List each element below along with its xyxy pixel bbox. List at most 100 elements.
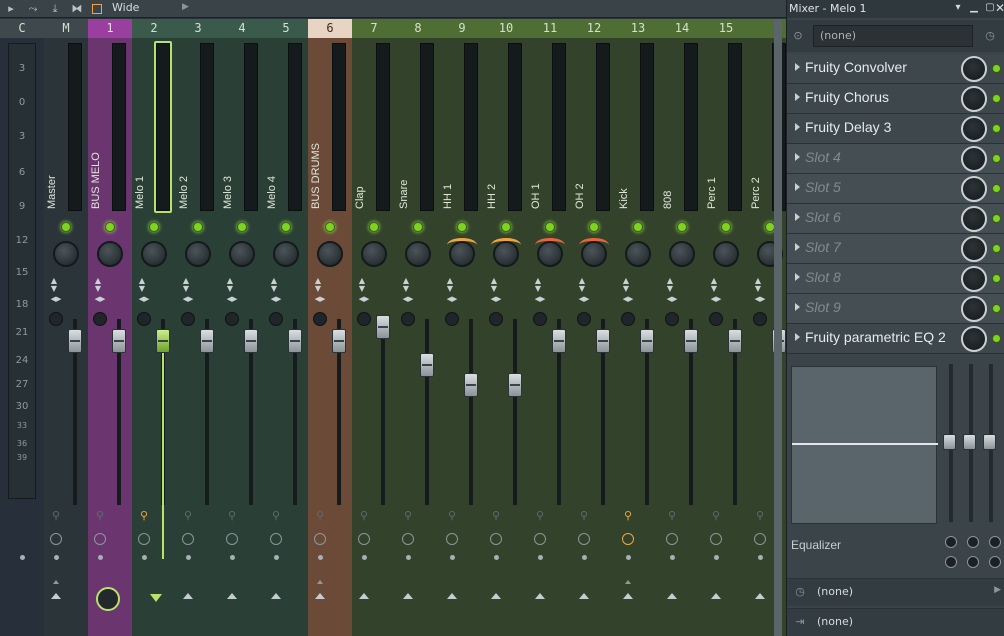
route-icon[interactable]: ⤳ xyxy=(26,2,40,16)
strip-number[interactable]: 8 xyxy=(396,19,440,38)
mixer-strip[interactable]: 7 Clap ▲ ▼ ◀▶ ⚲ xyxy=(352,19,396,636)
strip-number[interactable]: 12 xyxy=(572,19,616,38)
slot-enable-led[interactable] xyxy=(992,244,1001,253)
volume-fader[interactable] xyxy=(684,329,698,353)
strip-name[interactable]: OH 1 xyxy=(530,59,552,209)
stereo-arrows-icon[interactable]: ▲ ▼ xyxy=(621,277,631,293)
latency-clock-icon[interactable] xyxy=(666,533,678,545)
stereo-separation-icon[interactable]: ◀▶ xyxy=(137,295,151,303)
slot-label[interactable]: Slot 7 xyxy=(805,239,841,255)
mute-led[interactable] xyxy=(633,222,643,232)
pan-knob[interactable] xyxy=(493,241,519,267)
eq-knob[interactable] xyxy=(967,536,979,548)
stereo-separation-icon[interactable]: ◀▶ xyxy=(489,295,503,303)
select-dot[interactable] xyxy=(494,555,499,560)
strip-name[interactable]: Clap xyxy=(354,59,376,209)
stereo-arrows-icon[interactable]: ▲ ▼ xyxy=(577,277,587,293)
strip-number[interactable]: 11 xyxy=(528,19,572,38)
route-target-icon[interactable] xyxy=(150,594,162,602)
mute-led[interactable] xyxy=(677,222,687,232)
strip-number[interactable]: 5 xyxy=(264,19,308,38)
mixer-strip[interactable]: 14 808 ▲ ▼ ◀▶ ⚲ xyxy=(660,19,704,636)
pan-knob[interactable] xyxy=(141,241,167,267)
stereo-arrows-icon[interactable]: ▲ ▼ xyxy=(445,277,455,293)
slot-label[interactable]: Fruity parametric EQ 2 xyxy=(805,329,946,345)
route-arrow-icon[interactable] xyxy=(51,593,61,599)
select-dot[interactable] xyxy=(142,555,147,560)
mute-led[interactable] xyxy=(501,222,511,232)
effect-slot[interactable]: Fruity Convolver xyxy=(787,54,1004,84)
stereo-knob[interactable] xyxy=(357,312,371,326)
pan-knob[interactable] xyxy=(361,241,387,267)
slot-mix-knob[interactable] xyxy=(961,206,987,232)
strip-number[interactable]: 1 xyxy=(88,19,132,38)
view-mode-arrow-icon[interactable]: ▶ xyxy=(182,2,189,12)
eq-band-handle[interactable] xyxy=(943,434,956,450)
stereo-separation-icon[interactable]: ◀▶ xyxy=(621,295,635,303)
select-dot[interactable] xyxy=(186,555,191,560)
mixer-strip[interactable]: 15 Perc 1 ▲ ▼ ◀▶ ⚲ xyxy=(704,19,748,636)
select-dot[interactable] xyxy=(274,555,279,560)
effect-slot[interactable]: Fruity parametric EQ 2 xyxy=(787,324,1004,354)
mute-led[interactable] xyxy=(281,222,291,232)
effect-slot[interactable]: Slot 7 xyxy=(787,234,1004,264)
slot-label[interactable]: Slot 8 xyxy=(805,269,841,285)
select-dot[interactable] xyxy=(230,555,235,560)
latency-clock-icon[interactable] xyxy=(754,533,766,545)
send-row[interactable]: ◷ (none) ▶ xyxy=(787,578,1004,606)
pan-knob[interactable] xyxy=(229,241,255,267)
strip-number[interactable]: C xyxy=(0,19,44,38)
stereo-arrows-icon[interactable]: ▲ ▼ xyxy=(225,277,235,293)
menu-icon[interactable]: ▾ xyxy=(951,1,965,15)
record-arm-icon[interactable]: ⚲ xyxy=(227,509,237,523)
mixer-strip[interactable]: 8 Snare ▲ ▼ ◀▶ ⚲ xyxy=(396,19,440,636)
slot-enable-led[interactable] xyxy=(992,214,1001,223)
clock-icon[interactable]: ◷ xyxy=(983,29,997,43)
mixer-strip[interactable]: M Master ▲ ▼ ◀▶ ⚲ xyxy=(44,19,88,636)
route-arrow-icon[interactable] xyxy=(535,593,545,599)
eq-knob[interactable] xyxy=(945,536,957,548)
stereo-separation-icon[interactable]: ◀▶ xyxy=(665,295,679,303)
stereo-knob[interactable] xyxy=(269,312,283,326)
latency-clock-icon[interactable] xyxy=(314,533,326,545)
stereo-arrows-icon[interactable]: ▲ ▼ xyxy=(709,277,719,293)
stereo-knob[interactable] xyxy=(401,312,415,326)
record-arm-icon[interactable]: ⚲ xyxy=(711,509,721,523)
layout-toggle-icon[interactable] xyxy=(92,4,102,14)
stereo-arrows-icon[interactable]: ▲ ▼ xyxy=(753,277,763,293)
slot-mix-knob[interactable] xyxy=(961,296,987,322)
record-arm-icon[interactable]: ⚲ xyxy=(755,509,765,523)
stereo-knob[interactable] xyxy=(621,312,635,326)
strip-name[interactable]: Kick xyxy=(618,59,640,209)
slot-expand-icon[interactable] xyxy=(795,63,800,71)
stereo-arrows-icon[interactable]: ▲ ▼ xyxy=(401,277,411,293)
input-selector[interactable]: (none) xyxy=(813,25,973,47)
stereo-arrows-icon[interactable]: ▲ ▼ xyxy=(665,277,675,293)
strip-number[interactable]: M xyxy=(44,19,88,38)
slot-label[interactable]: Slot 9 xyxy=(805,299,841,315)
volume-fader[interactable] xyxy=(112,329,126,353)
record-arm-icon[interactable]: ⚲ xyxy=(491,509,501,523)
strip-name[interactable]: BUS DRUMS xyxy=(310,59,332,209)
record-arm-icon[interactable]: ⚲ xyxy=(183,509,193,523)
effect-slot[interactable]: Slot 8 xyxy=(787,264,1004,294)
route-arrow-icon[interactable] xyxy=(491,593,501,599)
strip-name[interactable]: HH 2 xyxy=(486,59,508,209)
strip-name[interactable]: BUS MELO xyxy=(90,59,112,209)
mixer-strip[interactable]: 10 HH 2 ▲ ▼ ◀▶ ⚲ xyxy=(484,19,528,636)
eq-knob[interactable] xyxy=(945,556,957,568)
latency-clock-icon[interactable] xyxy=(138,533,150,545)
latency-clock-icon[interactable] xyxy=(50,533,62,545)
down-arrow-icon[interactable]: ⤓ xyxy=(48,2,62,16)
stereo-arrows-icon[interactable]: ▲ ▼ xyxy=(489,277,499,293)
strip-name[interactable]: Melo 2 xyxy=(178,59,200,209)
slot-enable-led[interactable] xyxy=(992,64,1001,73)
stereo-knob[interactable] xyxy=(93,312,107,326)
stereo-separation-icon[interactable]: ◀▶ xyxy=(533,295,547,303)
mixer-strip[interactable]: 9 HH 1 ▲ ▼ ◀▶ ⚲ xyxy=(440,19,484,636)
route-arrow-icon[interactable] xyxy=(623,593,633,599)
volume-fader[interactable] xyxy=(376,315,390,339)
stereo-separation-icon[interactable]: ◀▶ xyxy=(269,295,283,303)
pan-knob[interactable] xyxy=(273,241,299,267)
select-dot[interactable] xyxy=(582,555,587,560)
